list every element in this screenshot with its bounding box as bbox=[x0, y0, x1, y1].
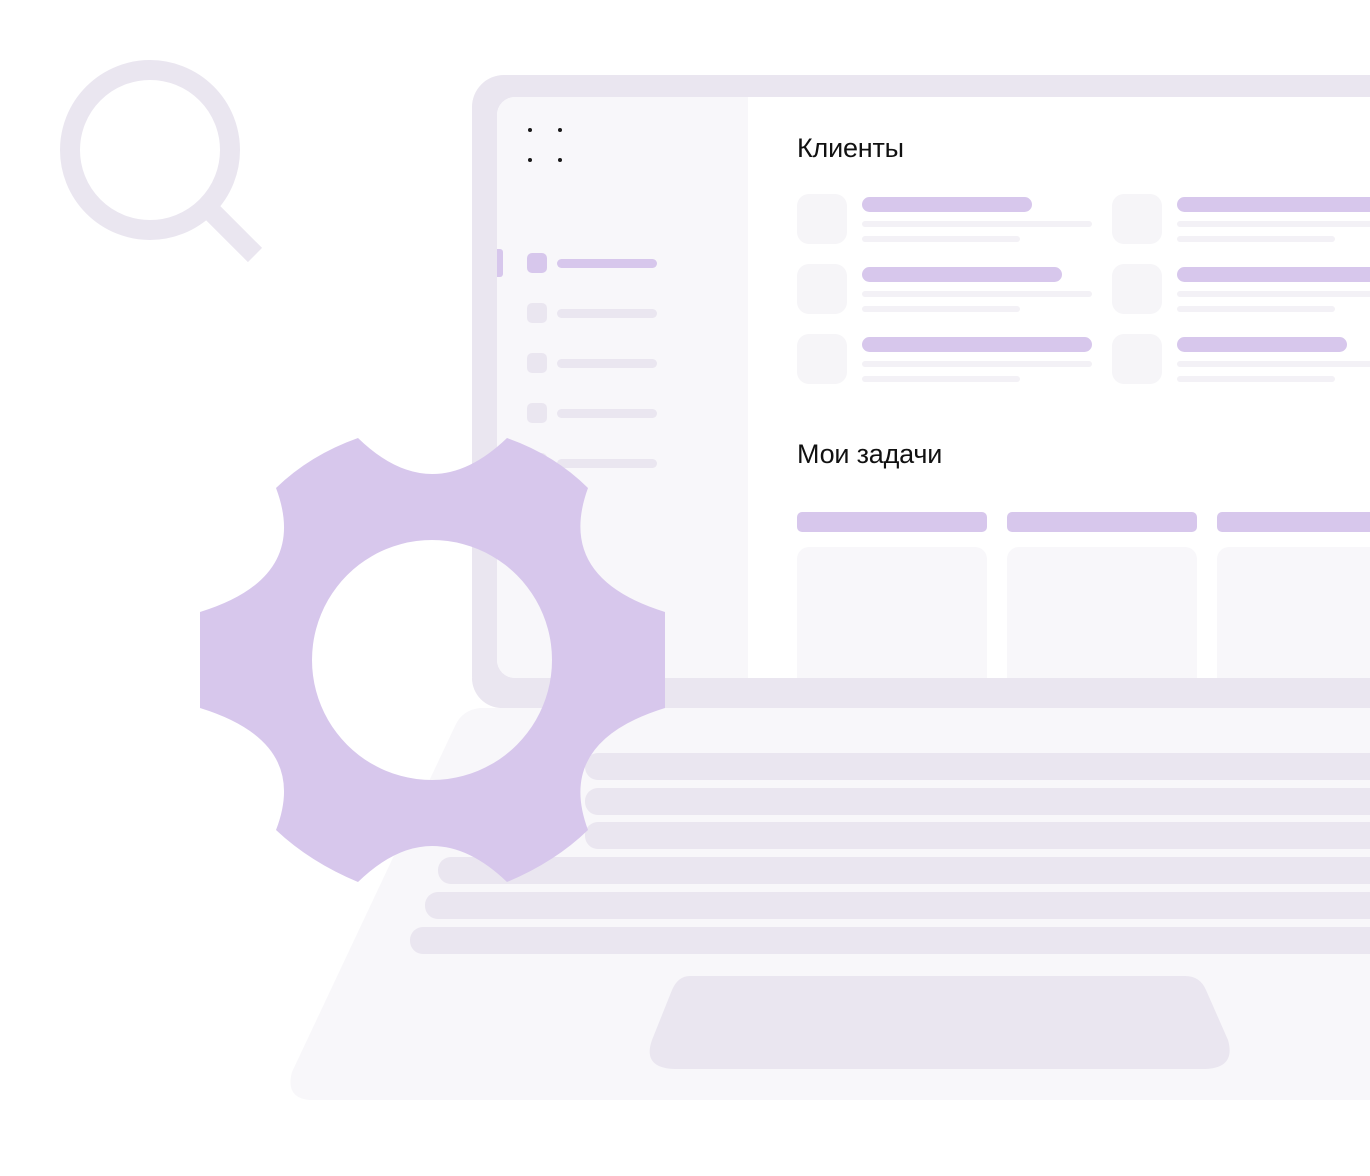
sidebar-item[interactable] bbox=[527, 303, 657, 323]
tasks-section-title: Мои задачи bbox=[797, 439, 943, 469]
grid-dots-icon[interactable] bbox=[525, 125, 565, 165]
sidebar bbox=[497, 97, 748, 678]
client-card[interactable] bbox=[797, 264, 1097, 316]
sidebar-item-active[interactable] bbox=[527, 253, 657, 273]
keyboard-row bbox=[425, 892, 1370, 919]
app-screen: Клиенты Мои задачи bbox=[497, 97, 1370, 678]
keyboard-row bbox=[585, 788, 1370, 815]
keyboard-row bbox=[585, 753, 1370, 780]
keyboard-row bbox=[410, 927, 1370, 954]
active-nav-indicator bbox=[497, 249, 503, 277]
keyboard-row bbox=[585, 822, 1370, 849]
screen-bottom-bezel bbox=[472, 678, 1370, 708]
search-icon bbox=[60, 60, 263, 263]
client-card[interactable] bbox=[1112, 194, 1370, 246]
trackpad[interactable] bbox=[649, 976, 1230, 1069]
client-card[interactable] bbox=[797, 194, 1097, 246]
sidebar-item[interactable] bbox=[527, 353, 657, 373]
client-card[interactable] bbox=[1112, 334, 1370, 386]
sidebar-item[interactable] bbox=[527, 453, 657, 473]
client-card[interactable] bbox=[797, 334, 1097, 386]
client-card[interactable] bbox=[1112, 264, 1370, 316]
keyboard-row bbox=[438, 857, 1370, 884]
sidebar-item[interactable] bbox=[527, 403, 657, 423]
clients-section-title: Клиенты bbox=[797, 133, 904, 163]
